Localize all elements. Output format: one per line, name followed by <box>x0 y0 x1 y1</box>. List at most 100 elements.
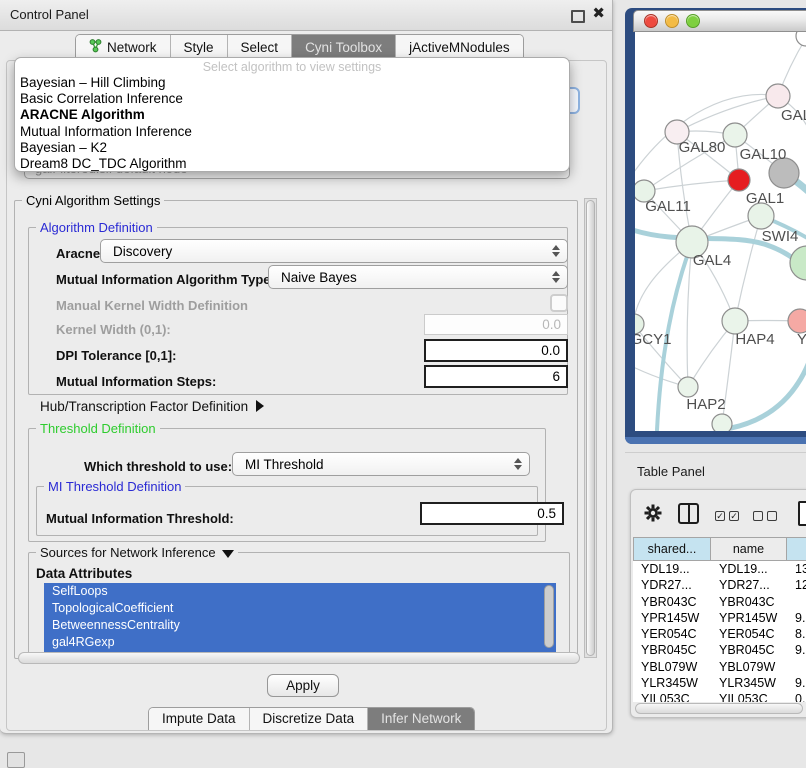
column-header-shared[interactable]: shared... <box>633 537 711 561</box>
table-row[interactable]: YLR345WYLR345W9. <box>633 675 806 691</box>
attribute-item-betweennesscentrality[interactable]: BetweennessCentrality <box>44 617 556 634</box>
tab-discretize-data[interactable]: Discretize Data <box>250 708 369 730</box>
network-node[interactable] <box>796 32 806 46</box>
mi-threshold-field[interactable]: 0.5 <box>420 502 564 525</box>
table-cell: YBR043C <box>633 594 711 610</box>
network-view-window: GALGAL80GAL10GAL1GAL11SWI4GAL4GCY1HAP4YH… <box>625 8 806 444</box>
control-panel-window: Control Panel ✖ NetworkStyleSelectCyni T… <box>0 0 613 734</box>
zoom-traffic-light-icon[interactable] <box>686 14 700 28</box>
table-cell: 9. <box>787 610 806 626</box>
network-edge[interactable] <box>735 216 761 321</box>
new-table-icon[interactable] <box>798 501 806 526</box>
control-panel-title: Control Panel <box>10 7 89 22</box>
table-horizontal-scrollbar[interactable] <box>635 703 803 714</box>
aracne-mode-combobox[interactable]: Discovery <box>100 239 568 263</box>
table-cell: YDR27... <box>633 577 711 593</box>
list-scrollbar-thumb[interactable] <box>544 585 554 648</box>
kernel-width-field: 0.0 <box>424 314 568 335</box>
dropdown-item-bayesian-hill-climbing[interactable]: Bayesian – Hill Climbing <box>15 75 569 91</box>
apply-button[interactable]: Apply <box>267 674 339 697</box>
which-threshold-combobox[interactable]: MI Threshold <box>232 452 530 476</box>
table-cell: YER054C <box>633 626 711 642</box>
float-window-button[interactable] <box>571 10 585 23</box>
close-icon[interactable]: ✖ <box>592 5 605 23</box>
table-row[interactable]: YIL053CYIL053C0. <box>633 691 806 702</box>
node-label-gcy1: GCY1 <box>635 331 671 348</box>
dropdown-item-bayesian-k2[interactable]: Bayesian – K2 <box>15 140 569 156</box>
table-cell <box>787 659 806 675</box>
table-cell: 13 <box>787 561 806 577</box>
which-threshold-value: MI Threshold <box>245 457 324 472</box>
network-node[interactable] <box>788 309 806 333</box>
column-header-clipped[interactable] <box>787 537 806 561</box>
table-cell: 0. <box>787 691 806 702</box>
network-node[interactable] <box>728 169 750 191</box>
gear-icon[interactable] <box>644 504 662 522</box>
hub-definition-label: Hub/Transcription Factor Definition <box>40 399 248 414</box>
data-attributes-list[interactable]: SelfLoopsTopologicalCoefficientBetweenne… <box>44 583 556 652</box>
attribute-item-selfloops[interactable]: SelfLoops <box>44 583 556 600</box>
tab-infer-network[interactable]: Infer Network <box>368 708 474 730</box>
table-row[interactable]: YBR045CYBR045C9. <box>633 642 806 658</box>
dropdown-item-basic-correlation-inference[interactable]: Basic Correlation Inference <box>15 91 569 107</box>
table-row[interactable]: YER054CYER054C8. <box>633 626 806 642</box>
settings-vertical-scrollbar[interactable] <box>584 198 597 658</box>
kernel-width-label: Kernel Width (0,1): <box>56 322 171 337</box>
dropdown-item-dream8-dc-tdc-algorithm[interactable]: Dream8 DC_TDC Algorithm <box>15 156 569 172</box>
table-cell: 9. <box>787 675 806 691</box>
minimize-traffic-light-icon[interactable] <box>665 14 679 28</box>
network-node[interactable] <box>723 123 747 147</box>
mi-threshold-group-title: MI Threshold Definition <box>44 479 185 494</box>
mi-type-combobox[interactable]: Naive Bayes <box>268 265 568 289</box>
table-cell: YBR043C <box>711 594 787 610</box>
table-cell: YBL079W <box>711 659 787 675</box>
settings-horizontal-scrollbar[interactable] <box>18 652 580 664</box>
table-cell: YDL19... <box>633 561 711 577</box>
network-node[interactable] <box>712 414 732 431</box>
column-header-name[interactable]: name <box>711 537 787 561</box>
aracne-mode-value: Discovery <box>113 244 172 259</box>
network-node[interactable] <box>766 84 790 108</box>
table-row[interactable]: YDL19...YDL19...13 <box>633 561 806 577</box>
table-cell: 9. <box>787 642 806 658</box>
manual-kernel-checkbox[interactable] <box>550 294 568 312</box>
mi-steps-field[interactable]: 6 <box>424 365 568 388</box>
sources-group-title[interactable]: Sources for Network Inference <box>36 545 238 560</box>
cyni-mode-tabs: Impute Data Discretize DataInfer Network <box>148 707 475 730</box>
table-toolbar: ✓✓ <box>631 490 806 537</box>
table-cell: 12 <box>787 577 806 593</box>
dpi-tolerance-field[interactable]: 0.0 <box>424 339 568 362</box>
network-node[interactable] <box>790 246 806 280</box>
attribute-item-gal4rgexp[interactable]: gal4RGexp <box>44 634 556 651</box>
network-edge-highlighted[interactable] <box>731 362 806 428</box>
dropdown-item-aracne-algorithm[interactable]: ARACNE Algorithm <box>15 107 569 123</box>
attribute-item-topologicalcoefficient[interactable]: TopologicalCoefficient <box>44 600 556 617</box>
spinner-icon <box>552 245 560 257</box>
split-columns-icon[interactable] <box>678 503 699 524</box>
collapsed-panel-button[interactable] <box>7 752 25 768</box>
select-all-checkboxes-icon[interactable]: ✓✓ <box>715 511 739 521</box>
table-cell: YER054C <box>711 626 787 642</box>
network-canvas[interactable]: GALGAL80GAL10GAL1GAL11SWI4GAL4GCY1HAP4YH… <box>635 32 806 431</box>
hub-definition-toggle[interactable]: Hub/Transcription Factor Definition <box>40 399 264 414</box>
table-row[interactable]: YDR27...YDR27...12 <box>633 577 806 593</box>
mi-type-value: Naive Bayes <box>281 270 357 285</box>
algorithm-dropdown-popup: Select algorithm to view settings Bayesi… <box>14 57 570 172</box>
node-label-gal10: GAL10 <box>740 146 787 163</box>
close-traffic-light-icon[interactable] <box>644 14 658 28</box>
tab-label: Network <box>107 40 157 55</box>
node-label-hap2: HAP2 <box>686 396 725 413</box>
table-panel-separator <box>625 452 806 453</box>
network-edge[interactable] <box>687 242 692 387</box>
tab-impute-data[interactable]: Impute Data <box>149 708 250 730</box>
table-row[interactable]: YBL079WYBL079W <box>633 659 806 675</box>
mi-threshold-label: Mutual Information Threshold: <box>46 511 234 526</box>
table-row[interactable]: YBR043CYBR043C <box>633 594 806 610</box>
node-label-gal11: GAL11 <box>645 198 691 215</box>
dropdown-item-mutual-information-inference[interactable]: Mutual Information Inference <box>15 124 569 140</box>
deselect-all-checkboxes-icon[interactable] <box>753 511 777 521</box>
table-cell: YIL053C <box>711 691 787 702</box>
tab-label: Impute Data <box>162 711 236 726</box>
table-row[interactable]: YPR145WYPR145W9. <box>633 610 806 626</box>
network-node[interactable] <box>678 377 698 397</box>
